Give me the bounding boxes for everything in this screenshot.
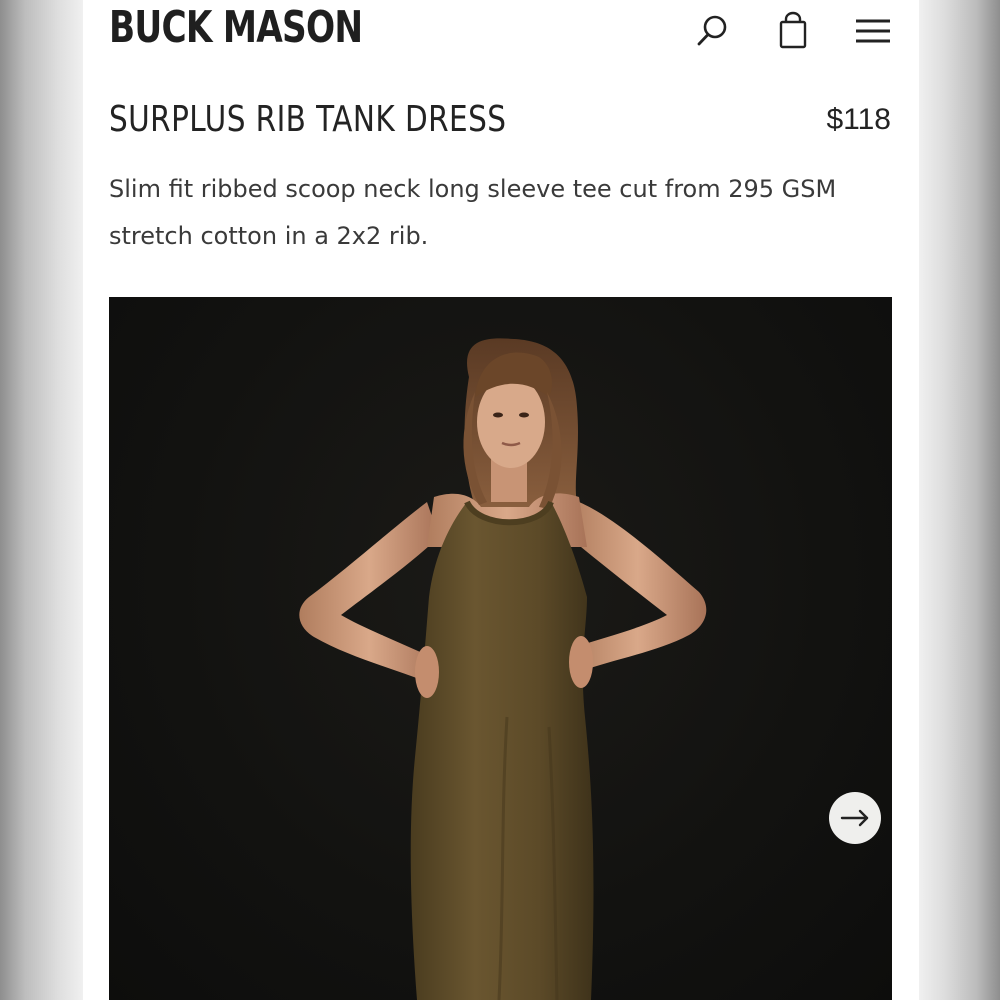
left-backdrop	[0, 0, 83, 1000]
search-icon[interactable]	[693, 10, 733, 50]
product-image-gallery[interactable]	[109, 297, 892, 1000]
hamburger-menu-icon[interactable]	[853, 10, 893, 50]
arrow-right-icon	[840, 809, 869, 827]
brand-logo[interactable]: BUCK MASON	[109, 2, 363, 54]
right-backdrop	[919, 0, 1000, 1000]
product-price: $118	[826, 103, 891, 136]
shopping-bag-icon[interactable]	[773, 10, 813, 50]
product-title: SURPLUS RIB TANK DRESS	[109, 99, 507, 140]
next-image-button[interactable]	[829, 792, 881, 844]
product-description: Slim fit ribbed scoop neck long sleeve t…	[109, 175, 837, 250]
site-header: BUCK MASON	[83, 0, 919, 62]
product-title-row: SURPLUS RIB TANK DRESS $118	[109, 96, 891, 144]
product-photo	[299, 338, 707, 1000]
product-page: BUCK MASON SURPLUS RIB TANK DRESS $118 S…	[83, 0, 919, 1000]
